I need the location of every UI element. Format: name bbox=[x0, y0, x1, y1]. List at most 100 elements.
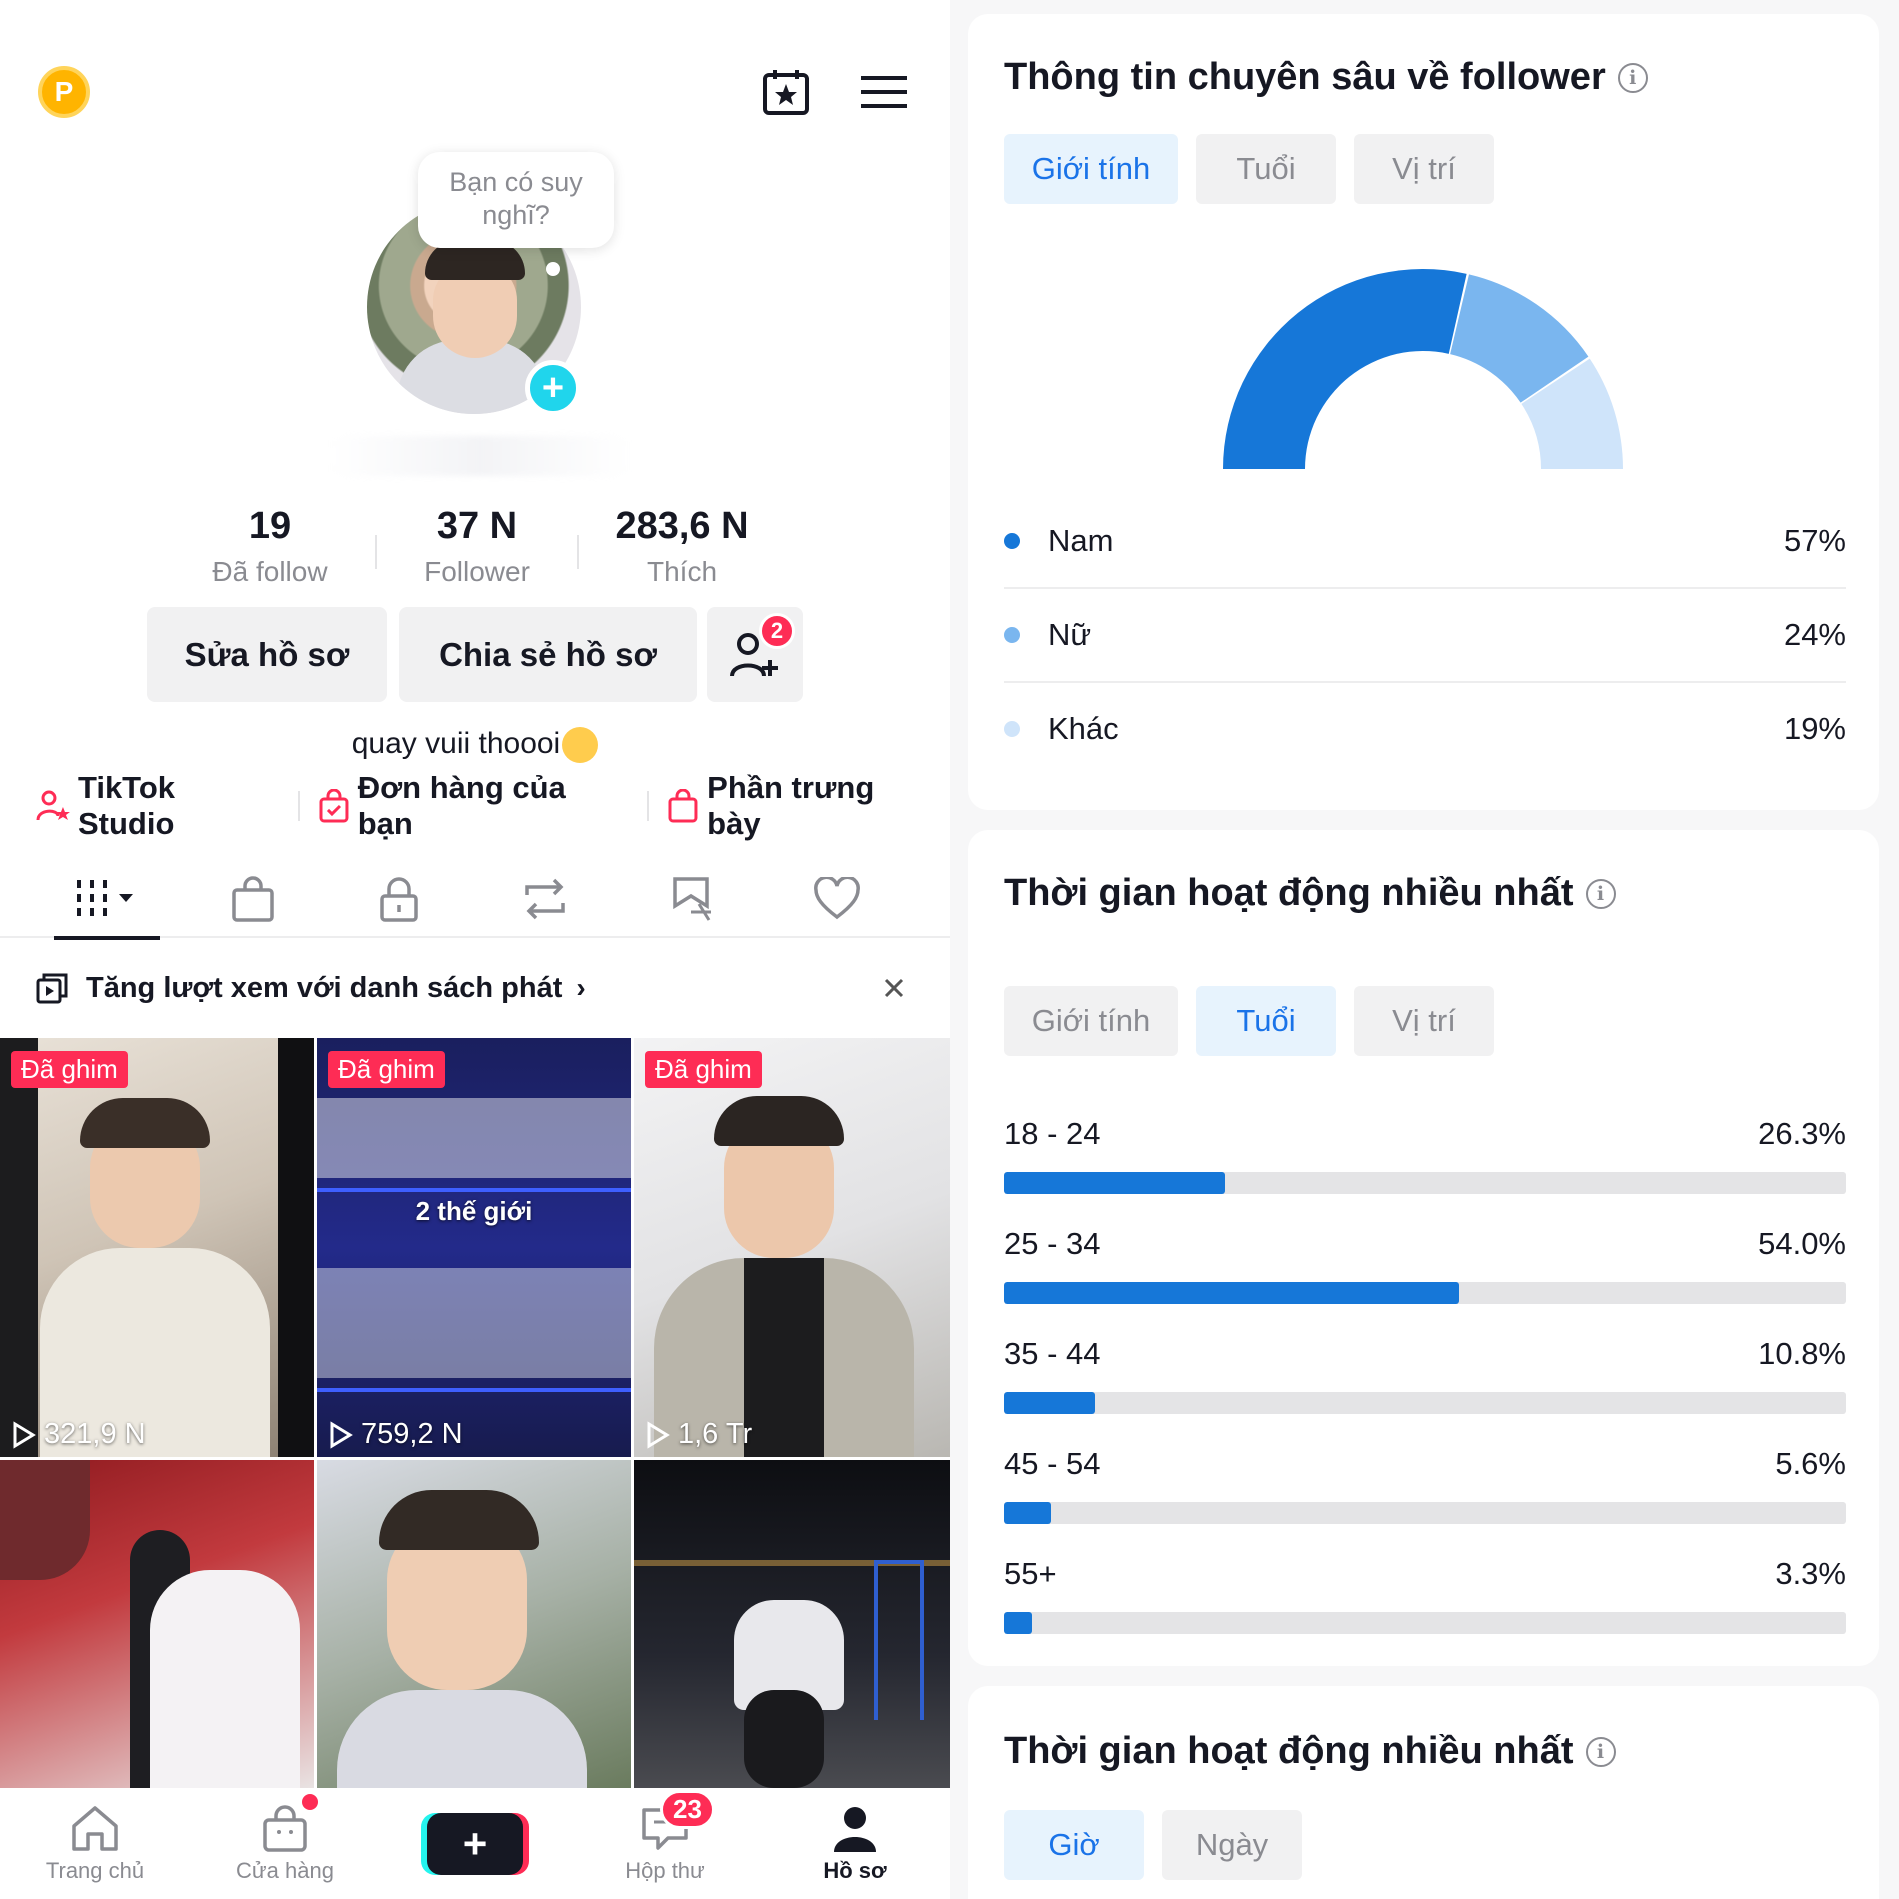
repost-icon bbox=[525, 878, 565, 920]
age-percent: 10.8% bbox=[1758, 1336, 1846, 1371]
liked-heart-icon bbox=[814, 877, 860, 920]
age-percent: 26.3% bbox=[1758, 1116, 1846, 1151]
legend-row-other: Khác 19% bbox=[1004, 682, 1846, 775]
bio[interactable]: quay vuii thoooi bbox=[0, 727, 950, 764]
tab-location[interactable]: Vị trí bbox=[1354, 134, 1494, 204]
stat-following[interactable]: 19 Đã follow bbox=[165, 505, 375, 595]
view-count-text: 1,6 Tr bbox=[678, 1418, 753, 1450]
playlist-promo-banner[interactable]: Tăng lượt xem với danh sách phát › bbox=[0, 950, 950, 1026]
video-grid: Đã ghim 321,9 N Đã ghim 2 thế giới 759,2… bbox=[0, 1038, 950, 1788]
video-thumbnail[interactable] bbox=[317, 1460, 631, 1788]
edit-profile-button[interactable]: Sửa hồ sơ bbox=[147, 607, 387, 702]
age-bar-track bbox=[1004, 1282, 1846, 1304]
info-icon[interactable]: i bbox=[1617, 62, 1648, 93]
stat-followers[interactable]: 37 N Follower bbox=[377, 505, 577, 595]
legend-dot bbox=[1004, 626, 1020, 643]
nav-shop[interactable]: Cửa hàng bbox=[190, 1788, 380, 1899]
legend-value: 24% bbox=[1783, 616, 1846, 652]
bottom-nav: Trang chủ Cửa hàng + 23 Hộp thư Hồ sơ bbox=[0, 1788, 950, 1899]
add-friend-button[interactable]: 2 bbox=[707, 607, 803, 702]
age-range: 45 - 54 bbox=[1004, 1446, 1101, 1481]
age-bar-track bbox=[1004, 1392, 1846, 1414]
thought-bubble[interactable]: Bạn có suy nghĩ? bbox=[418, 152, 614, 248]
stat-likes[interactable]: 283,6 N Thích bbox=[579, 505, 785, 595]
menu-icon[interactable] bbox=[856, 64, 912, 120]
profile-person-icon bbox=[834, 1806, 876, 1852]
legend-label: Khác bbox=[1048, 710, 1119, 746]
age-range: 55+ bbox=[1004, 1556, 1057, 1591]
tab-gender[interactable]: Giới tính bbox=[1004, 134, 1178, 204]
sweat-smile-emoji-icon bbox=[562, 727, 599, 764]
analytics-panel: Thông tin chuyên sâu về follower i Giới … bbox=[950, 0, 1899, 1899]
age-range: 18 - 24 bbox=[1004, 1116, 1101, 1151]
tab-reposts[interactable] bbox=[472, 860, 618, 938]
video-thumbnail[interactable]: Đã ghim 1,6 Tr bbox=[634, 1038, 950, 1457]
card-title: Thời gian hoạt động nhiều nhất i bbox=[1004, 1730, 1616, 1773]
coin-icon[interactable]: P bbox=[38, 66, 90, 118]
tab-private[interactable] bbox=[326, 860, 472, 938]
age-range: 25 - 34 bbox=[1004, 1226, 1101, 1261]
profile-panel: P + Bạn có suy nghĩ? 19 Đã follow 37 N F… bbox=[0, 0, 950, 1899]
video-thumbnail[interactable]: Đã ghim 321,9 N bbox=[0, 1038, 314, 1457]
video-thumbnail[interactable] bbox=[0, 1460, 314, 1788]
age-row: 25 - 34 54.0% bbox=[1004, 1226, 1846, 1304]
play-icon bbox=[13, 1420, 36, 1449]
age-bar-fill bbox=[1004, 1502, 1052, 1524]
inbox-count-badge: 23 bbox=[660, 1790, 715, 1829]
age-row: 18 - 24 26.3% bbox=[1004, 1116, 1846, 1194]
nav-home[interactable]: Trang chủ bbox=[0, 1788, 190, 1899]
info-icon[interactable]: i bbox=[1585, 1736, 1616, 1767]
active-time-age-card: Thời gian hoạt động nhiều nhất i Giới tí… bbox=[968, 830, 1879, 1666]
nav-profile[interactable]: Hồ sơ bbox=[760, 1788, 950, 1899]
stat-label: Đã follow bbox=[212, 556, 328, 587]
tab-hour[interactable]: Giờ bbox=[1004, 1810, 1144, 1880]
age-range: 35 - 44 bbox=[1004, 1336, 1101, 1371]
tab-age[interactable]: Tuổi bbox=[1196, 986, 1336, 1056]
tab-videos[interactable] bbox=[34, 860, 180, 940]
link-tiktok-studio[interactable]: TikTok Studio bbox=[36, 770, 280, 842]
nav-create[interactable]: + bbox=[380, 1788, 570, 1899]
stat-value: 37 N bbox=[436, 505, 518, 547]
link-label: TikTok Studio bbox=[77, 770, 175, 841]
lock-icon bbox=[380, 877, 418, 922]
view-count: 321,9 N bbox=[12, 1418, 146, 1451]
card-title-text: Thời gian hoạt động nhiều nhất bbox=[1004, 872, 1574, 914]
link-showcase[interactable]: Phần trưng bày bbox=[667, 770, 936, 842]
tab-shop[interactable] bbox=[180, 860, 326, 938]
tab-day[interactable]: Ngày bbox=[1162, 1810, 1302, 1880]
creator-icon bbox=[36, 790, 70, 821]
profile-stats: 19 Đã follow 37 N Follower 283,6 N Thích bbox=[165, 505, 785, 595]
calendar-star-icon[interactable] bbox=[758, 64, 814, 120]
add-story-icon[interactable]: + bbox=[525, 360, 581, 416]
tab-favorites[interactable] bbox=[618, 860, 764, 938]
age-row: 35 - 44 10.8% bbox=[1004, 1336, 1846, 1414]
video-thumbnail[interactable] bbox=[634, 1460, 950, 1788]
info-icon[interactable]: i bbox=[1585, 878, 1616, 909]
username-blurred bbox=[330, 436, 630, 476]
legend-dot bbox=[1004, 720, 1020, 737]
age-percent: 3.3% bbox=[1775, 1556, 1846, 1591]
video-thumbnail[interactable]: Đã ghim 2 thế giới 759,2 N bbox=[317, 1038, 631, 1457]
close-icon[interactable] bbox=[878, 972, 910, 1004]
link-label: Phần trưng bày bbox=[707, 770, 875, 841]
video-caption: 2 thế giới bbox=[415, 1196, 533, 1226]
tab-age[interactable]: Tuổi bbox=[1196, 134, 1336, 204]
nav-inbox[interactable]: 23 Hộp thư bbox=[570, 1788, 760, 1899]
shop-bag-icon bbox=[232, 876, 274, 922]
age-percent: 54.0% bbox=[1758, 1226, 1846, 1261]
link-orders[interactable]: Đơn hàng của bạn bbox=[318, 770, 629, 842]
tab-gender[interactable]: Giới tính bbox=[1004, 986, 1178, 1056]
share-profile-button[interactable]: Chia sẻ hồ sơ bbox=[399, 607, 697, 702]
legend-row-female: Nữ 24% bbox=[1004, 588, 1846, 681]
age-row: 55+ 3.3% bbox=[1004, 1556, 1846, 1634]
follower-insights-card: Thông tin chuyên sâu về follower i Giới … bbox=[968, 14, 1879, 810]
age-row: 45 - 54 5.6% bbox=[1004, 1446, 1846, 1524]
tab-location[interactable]: Vị trí bbox=[1354, 986, 1494, 1056]
stat-label: Thích bbox=[646, 556, 718, 587]
view-count: 759,2 N bbox=[329, 1418, 463, 1451]
stat-value: 19 bbox=[248, 505, 292, 547]
content-tabs bbox=[0, 860, 950, 940]
tab-liked[interactable] bbox=[764, 860, 910, 938]
profile-links: TikTok Studio Đơn hàng của bạn Phần trưn… bbox=[36, 770, 936, 841]
bubble-tail bbox=[546, 262, 560, 276]
